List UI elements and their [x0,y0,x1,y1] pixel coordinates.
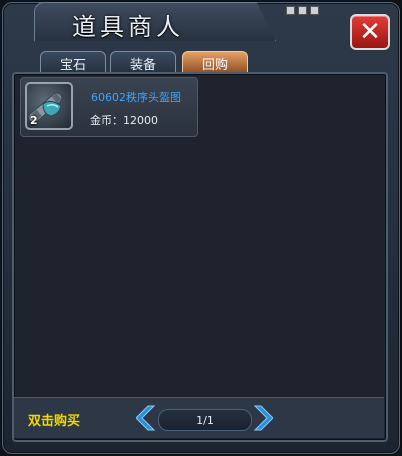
window-title: 道具商人 [72,13,184,41]
tab-equipment[interactable]: 装备 [110,51,176,74]
tab-label: 回购 [201,57,228,73]
tab-label: 宝石 [59,57,86,73]
decoration-square-icon [310,6,319,15]
helmet-blueprint-scroll-icon: 2 [25,82,73,130]
tab-gems[interactable]: 宝石 [40,51,106,74]
decoration-square-icon [286,6,295,15]
title-decoration [286,6,319,15]
next-page-arrow-icon[interactable] [253,404,273,432]
item-price: 金币：12000 [90,112,158,128]
item-name: 60602秩序头盔图 [91,91,181,104]
decoration-square-icon [298,6,307,15]
tab-label: 装备 [129,57,156,73]
price-value: 12000 [123,114,158,127]
prev-page-arrow-icon[interactable] [136,404,156,432]
list-item[interactable]: 2 60602秩序头盔图 金币：12000 [20,77,198,137]
close-button[interactable]: ✕ [350,14,390,50]
close-icon: ✕ [359,17,381,47]
double-click-hint: 双击购买 [28,414,81,429]
tab-buyback[interactable]: 回购 [182,51,248,74]
item-quantity: 2 [30,114,38,127]
price-label: 金币： [90,114,123,127]
page-number: 1/1 [196,413,214,427]
page-indicator: 1/1 [158,409,252,431]
